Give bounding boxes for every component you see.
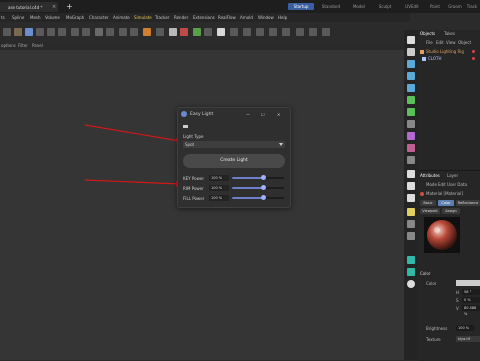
dialog-title-bar[interactable]: Easy Light — ☐ ✕: [178, 108, 290, 121]
texture-mode-icon[interactable]: [407, 96, 415, 104]
section-title: Color: [420, 271, 431, 276]
chevron-down-icon: [279, 143, 283, 146]
h-label: H: [456, 290, 460, 295]
attributes-menu-edit[interactable]: Edit: [438, 182, 446, 187]
rim-power-field[interactable]: 100 %: [209, 185, 229, 191]
rim-power-row: RIM Power 100 %: [183, 185, 287, 193]
fill-power-field[interactable]: 100 %: [209, 195, 229, 201]
tab-takes[interactable]: Takes: [444, 31, 455, 36]
reflectance-button[interactable]: Reflectance: [456, 200, 480, 206]
render-palette-icon[interactable]: [407, 170, 415, 178]
objects-menu-object[interactable]: Object: [458, 40, 471, 45]
timeline-icon[interactable]: [407, 256, 415, 264]
axis-palette-icon[interactable]: [407, 232, 415, 240]
paint-icon[interactable]: [407, 132, 415, 140]
app-icon: [181, 111, 187, 117]
attributes-menu-user-data[interactable]: User Data: [447, 182, 467, 187]
color-label: Color: [426, 281, 437, 286]
color-swatch[interactable]: [456, 280, 480, 286]
attributes-panel: Attributes Layer Mode Edit User Data Mat…: [418, 170, 480, 361]
close-icon[interactable]: ✕: [277, 112, 280, 117]
object-name: CLOTH: [428, 56, 442, 61]
texture-label: Texture: [426, 337, 441, 342]
arrow-key-power: [84, 179, 181, 185]
keyframe-icon[interactable]: [407, 268, 415, 276]
objects-menu-edit[interactable]: Edit: [436, 40, 444, 45]
brightness-field[interactable]: 100 %: [456, 325, 474, 331]
fill-power-label: FILL Power: [183, 196, 205, 201]
tab-attributes[interactable]: Attributes: [420, 173, 440, 178]
objects-menu-view[interactable]: View: [446, 40, 456, 45]
record-icon[interactable]: [407, 280, 415, 288]
object-row[interactable]: Studio Lighting Rig: [420, 49, 478, 55]
uv-icon[interactable]: [407, 108, 415, 116]
visibility-dot-icon[interactable]: [472, 57, 475, 60]
material-preview: [424, 217, 460, 253]
fill-power-fill: [232, 197, 264, 199]
cube-palette-icon[interactable]: [407, 36, 415, 44]
cloth-icon: [422, 57, 426, 61]
material-sphere-icon: [427, 220, 457, 250]
arrow-light-type: [84, 124, 181, 142]
rim-power-fill: [232, 187, 264, 189]
light-type-value: Spot: [185, 142, 195, 147]
maximize-icon[interactable]: ☐: [261, 112, 265, 117]
key-power-row: KEY Power 100 %: [183, 175, 287, 183]
object-name: Studio Lighting Rig: [426, 49, 464, 54]
menu-icon[interactable]: [183, 125, 188, 128]
rim-power-knob[interactable]: [260, 185, 266, 190]
material-ball-icon: [420, 192, 424, 196]
dialog-title: Easy Light: [190, 112, 214, 117]
tab-layer[interactable]: Layer: [447, 173, 458, 178]
s-field[interactable]: 0 %: [462, 297, 480, 303]
create-light-button[interactable]: Create Light: [183, 154, 285, 168]
v-field[interactable]: 80.588 %: [462, 305, 480, 316]
workplane-icon[interactable]: [407, 120, 415, 128]
key-power-knob[interactable]: [260, 175, 266, 180]
solo-icon[interactable]: [407, 156, 415, 164]
color-button[interactable]: Color: [438, 200, 454, 206]
easy-light-dialog: Easy Light — ☐ ✕ Light Type Spot Create …: [177, 107, 291, 208]
basic-button[interactable]: Basic: [420, 200, 436, 206]
object-row[interactable]: CLOTH: [420, 56, 478, 62]
object-title: Material [Material]: [426, 191, 463, 196]
s-label: S: [456, 298, 459, 303]
viewport-button[interactable]: Viewport: [420, 208, 440, 214]
palette-toolbar: [404, 30, 418, 360]
v-label: V: [456, 306, 459, 311]
key-power-fill: [232, 177, 264, 179]
visibility-dot-icon[interactable]: [472, 50, 475, 53]
attributes-menu-mode[interactable]: Mode: [426, 182, 437, 187]
objects-menu-file[interactable]: File: [426, 40, 433, 45]
tag-palette-icon[interactable]: [407, 220, 415, 228]
view-icon[interactable]: [407, 48, 415, 56]
objects-panel: Objects Takes File Edit View Object Stud…: [418, 30, 480, 170]
render-settings-icon[interactable]: [407, 182, 415, 190]
h-field[interactable]: 58 °: [462, 289, 480, 295]
key-power-slider[interactable]: [232, 177, 284, 179]
texture-field[interactable]: kiya.tif: [456, 336, 480, 342]
picture-viewer-icon[interactable]: [407, 194, 415, 202]
assign-button[interactable]: Assign: [442, 208, 460, 214]
minimize-icon[interactable]: —: [246, 112, 250, 117]
light-type-label: Light Type: [183, 134, 204, 139]
brightness-label: Brightness: [426, 326, 448, 331]
light-type-select[interactable]: Spot: [183, 141, 285, 148]
fill-power-knob[interactable]: [260, 195, 266, 200]
fill-power-row: FILL Power 100 %: [183, 195, 287, 203]
point-icon[interactable]: [407, 84, 415, 92]
edge-icon[interactable]: [407, 72, 415, 80]
rim-power-label: RIM Power: [183, 186, 204, 191]
key-power-field[interactable]: 100 %: [209, 175, 229, 181]
key-power-label: KEY Power: [183, 176, 204, 181]
rim-power-slider[interactable]: [232, 187, 284, 189]
null-icon: [420, 50, 424, 54]
tab-objects[interactable]: Objects: [420, 31, 435, 36]
sculpt-palette-icon[interactable]: [407, 144, 415, 152]
polygon-icon[interactable]: [407, 60, 415, 68]
light-palette-icon[interactable]: [407, 208, 415, 216]
fill-power-slider[interactable]: [232, 197, 284, 199]
